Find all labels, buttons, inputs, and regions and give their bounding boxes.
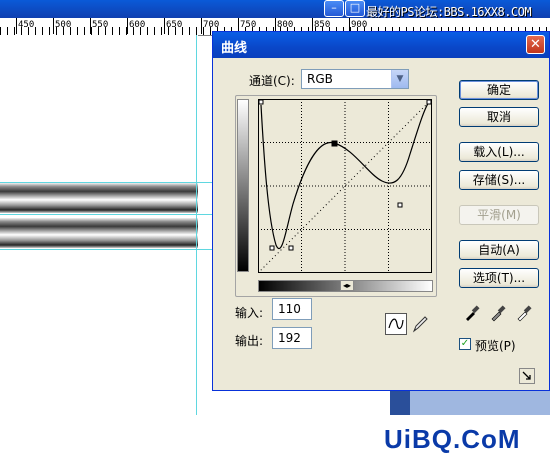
ruler-label: 900: [351, 20, 368, 30]
metal-tube-top: [0, 183, 198, 213]
ruler-label: 850: [314, 20, 331, 30]
guide-vertical: [196, 35, 197, 415]
input-label: 输入:: [235, 306, 264, 320]
ok-button[interactable]: 确定: [459, 80, 539, 100]
ruler-major-tick: [164, 18, 165, 34]
white-eyedropper-icon[interactable]: [515, 304, 533, 322]
ruler-label: 600: [129, 20, 146, 30]
ruler-major-tick: [201, 18, 202, 34]
channel-label: 通道(C):: [249, 74, 295, 88]
minimize-button[interactable]: –: [324, 0, 344, 17]
channel-select[interactable]: RGB ▼: [301, 69, 409, 89]
black-eyedropper-icon[interactable]: [463, 304, 481, 322]
preview-checkbox[interactable]: ✓: [459, 338, 471, 350]
ruler-label: 700: [203, 20, 220, 30]
load-button[interactable]: 载入(L)...: [459, 142, 539, 162]
maximize-button[interactable]: □: [345, 0, 365, 17]
guide-horizontal: [0, 214, 215, 215]
cancel-button[interactable]: 取消: [459, 107, 539, 127]
gradient-toggle-icon[interactable]: ◂▸: [340, 280, 354, 291]
guide-horizontal: [0, 182, 215, 183]
ruler-major-tick: [127, 18, 128, 34]
ruler-label: 450: [18, 20, 35, 30]
close-button[interactable]: ✕: [526, 35, 545, 54]
preview-label: 预览(P): [475, 339, 516, 353]
auto-button[interactable]: 自动(A): [459, 240, 539, 260]
expand-dialog-icon[interactable]: [519, 368, 535, 384]
output-gradient-bar: [237, 99, 249, 272]
channel-value: RGB: [307, 72, 333, 86]
dialog-titlebar[interactable]: 曲线 ✕: [213, 32, 549, 58]
options-button[interactable]: 选项(T)...: [459, 268, 539, 288]
curve-graph[interactable]: [258, 99, 432, 273]
ruler-major-tick: [90, 18, 91, 34]
ruler-major-tick: [16, 18, 17, 34]
ruler-label: 750: [240, 20, 257, 30]
ruler-label: 550: [92, 20, 109, 30]
gray-eyedropper-icon[interactable]: [489, 304, 507, 322]
input-field[interactable]: 110: [272, 298, 312, 320]
ruler-major-tick: [53, 18, 54, 34]
chevron-down-icon[interactable]: ▼: [391, 70, 408, 88]
ruler-label: 650: [166, 20, 183, 30]
output-field[interactable]: 192: [272, 327, 312, 349]
app-titlebar: – □ 最好的PS论坛:BBS.16XX8.COM: [0, 0, 550, 19]
metal-tube-bottom: [0, 218, 198, 248]
ruler-label: 800: [277, 20, 294, 30]
pencil-tool-icon[interactable]: [409, 313, 431, 335]
output-label: 输出:: [235, 334, 264, 348]
dialog-title: 曲线: [221, 41, 248, 56]
smooth-button[interactable]: 平滑(M): [459, 205, 539, 225]
guide-horizontal: [0, 249, 215, 250]
watermark-logo: UiBQ.CoM: [384, 424, 521, 454]
ruler-label: 500: [55, 20, 72, 30]
curves-dialog: 曲线 ✕ 通道(C): RGB ▼ ◂▸ 输入: 110 输出: 192 确定 …: [212, 31, 550, 391]
save-button[interactable]: 存储(S)...: [459, 170, 539, 190]
curve-tool-icon[interactable]: [385, 313, 407, 335]
